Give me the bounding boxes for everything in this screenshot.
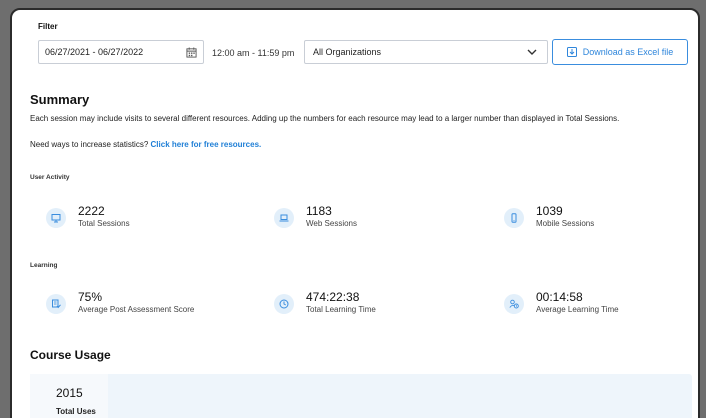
metric-value: 75%	[78, 290, 103, 304]
metric-label: Web Sessions	[306, 219, 357, 228]
metric-value: 2222	[78, 204, 105, 218]
summary-title: Summary	[30, 92, 90, 107]
metric-value: 1183	[306, 204, 332, 218]
mobile-icon	[504, 208, 524, 228]
metric-label: Average Learning Time	[536, 305, 619, 314]
user-activity-label: User Activity	[30, 174, 70, 181]
metric-total-learning-time: 474:22:38 Total Learning Time	[274, 290, 376, 315]
download-excel-button[interactable]: Download as Excel file	[552, 39, 688, 65]
metric-web-sessions: 1183 Web Sessions	[274, 204, 357, 229]
laptop-icon	[274, 208, 294, 228]
download-label: Download as Excel file	[582, 47, 674, 57]
time-range[interactable]: 12:00 am - 11:59 pm	[212, 48, 294, 58]
assessment-icon	[46, 294, 66, 314]
metric-label: Mobile Sessions	[536, 219, 595, 228]
metric-avg-learning-time: 00:14:58 Average Learning Time	[504, 290, 619, 315]
date-range-value: 06/27/2021 - 06/27/2022	[45, 47, 144, 57]
organization-value: All Organizations	[313, 47, 382, 57]
filter-label: Filter	[38, 22, 58, 31]
metric-value: 1039	[536, 204, 563, 218]
clock-icon	[274, 294, 294, 314]
metric-avg-assessment: 75% Average Post Assessment Score	[46, 290, 194, 315]
course-usage-title: Course Usage	[30, 348, 111, 362]
download-icon	[566, 47, 577, 57]
free-resources-link[interactable]: Click here for free resources.	[151, 140, 262, 149]
course-usage-card: 2015 Total Uses	[30, 374, 692, 418]
user-clock-icon	[504, 294, 524, 314]
metric-label: Average Post Assessment Score	[78, 305, 195, 314]
learning-label: Learning	[30, 262, 58, 269]
course-usage-total-label: Total Uses	[56, 407, 96, 416]
organization-select[interactable]: All Organizations	[304, 40, 548, 64]
metric-total-sessions: 2222 Total Sessions	[46, 204, 130, 229]
course-usage-total-value: 2015	[56, 386, 83, 400]
summary-description: Each session may include visits to sever…	[30, 114, 620, 123]
chevron-down-icon	[527, 49, 537, 55]
metric-value: 474:22:38	[306, 290, 360, 304]
stats-prompt: Need ways to increase statistics?	[30, 140, 149, 149]
metric-value: 00:14:58	[536, 290, 583, 304]
calendar-icon[interactable]	[186, 47, 197, 58]
metric-label: Total Learning Time	[306, 305, 376, 314]
report-panel: Filter 06/27/2021 - 06/27/2022 12:00 am …	[10, 8, 700, 418]
date-range-input[interactable]: 06/27/2021 - 06/27/2022	[38, 40, 204, 64]
metric-label: Total Sessions	[78, 219, 130, 228]
metric-mobile-sessions: 1039 Mobile Sessions	[504, 204, 594, 229]
monitor-icon	[46, 208, 66, 228]
stats-prompt-line: Need ways to increase statistics? Click …	[30, 140, 261, 149]
